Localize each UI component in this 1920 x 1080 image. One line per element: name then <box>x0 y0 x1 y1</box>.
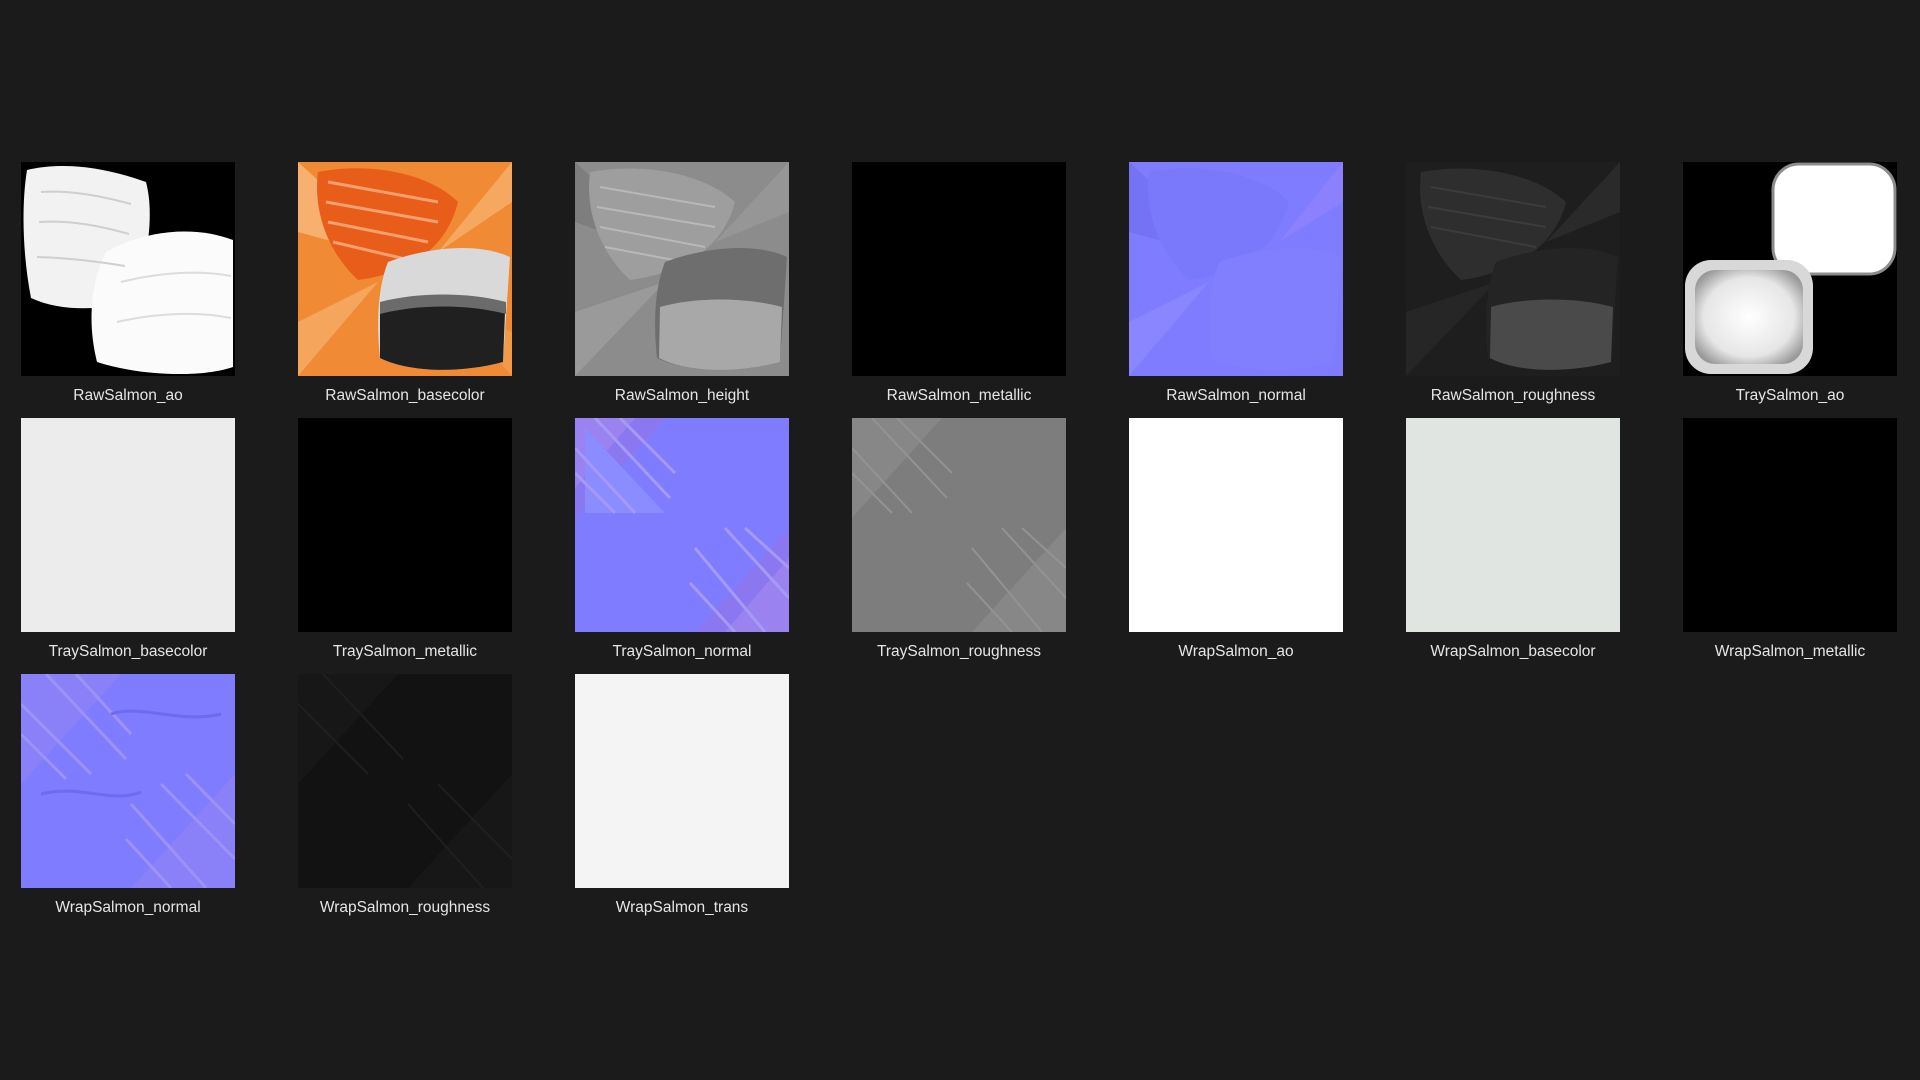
file-name-label: RawSalmon_ao <box>73 387 183 404</box>
file-name-label: RawSalmon_height <box>614 387 750 404</box>
file-tile-wrapsalmon-trans[interactable]: WrapSalmon_trans <box>562 674 802 930</box>
file-name-label: TraySalmon_ao <box>1735 387 1845 404</box>
file-name-label: RawSalmon_normal <box>1166 387 1306 404</box>
file-name-label: TraySalmon_normal <box>612 643 752 660</box>
normal-map-thumbnail <box>575 418 789 632</box>
transmission-map-thumbnail <box>575 674 789 888</box>
file-tile-wrapsalmon-ao[interactable]: WrapSalmon_ao <box>1116 418 1356 674</box>
metallic-map-thumbnail <box>298 418 512 632</box>
file-tile-rawsalmon-height[interactable]: RawSalmon_height <box>562 162 802 418</box>
file-name-label: TraySalmon_basecolor <box>48 643 208 660</box>
file-tile-rawsalmon-roughness[interactable]: RawSalmon_roughness <box>1393 162 1633 418</box>
basecolor-map-thumbnail <box>1406 418 1620 632</box>
file-tile-wrapsalmon-normal[interactable]: WrapSalmon_normal <box>8 674 248 930</box>
ao-map-thumbnail <box>21 162 235 376</box>
file-name-label: RawSalmon_basecolor <box>325 387 485 404</box>
file-tile-rawsalmon-metallic[interactable]: RawSalmon_metallic <box>839 162 1079 418</box>
file-name-label: TraySalmon_metallic <box>332 643 478 660</box>
height-map-thumbnail <box>575 162 789 376</box>
file-tile-wrapsalmon-roughness[interactable]: WrapSalmon_roughness <box>285 674 525 930</box>
file-tile-traysalmon-basecolor[interactable]: TraySalmon_basecolor <box>8 418 248 674</box>
file-name-label: WrapSalmon_trans <box>615 899 749 916</box>
metallic-map-thumbnail <box>1683 418 1897 632</box>
file-tile-traysalmon-normal[interactable]: TraySalmon_normal <box>562 418 802 674</box>
basecolor-map-thumbnail <box>21 418 235 632</box>
ao-map-thumbnail <box>1129 418 1343 632</box>
file-name-label: RawSalmon_metallic <box>886 387 1032 404</box>
ao-map-thumbnail <box>1683 162 1897 376</box>
file-name-label: TraySalmon_roughness <box>877 643 1041 660</box>
roughness-map-thumbnail <box>1406 162 1620 376</box>
roughness-map-thumbnail <box>852 418 1066 632</box>
metallic-map-thumbnail <box>852 162 1066 376</box>
file-tile-wrapsalmon-metallic[interactable]: WrapSalmon_metallic <box>1670 418 1910 674</box>
file-tile-traysalmon-roughness[interactable]: TraySalmon_roughness <box>839 418 1079 674</box>
file-name-label: WrapSalmon_roughness <box>319 899 491 916</box>
file-tile-rawsalmon-ao[interactable]: RawSalmon_ao <box>8 162 248 418</box>
file-name-label: WrapSalmon_ao <box>1178 643 1294 660</box>
file-name-label: RawSalmon_roughness <box>1430 387 1596 404</box>
file-tile-rawsalmon-basecolor[interactable]: RawSalmon_basecolor <box>285 162 525 418</box>
file-tile-rawsalmon-normal[interactable]: RawSalmon_normal <box>1116 162 1356 418</box>
basecolor-map-thumbnail <box>298 162 512 376</box>
normal-map-thumbnail <box>21 674 235 888</box>
file-tile-wrapsalmon-basecolor[interactable]: WrapSalmon_basecolor <box>1393 418 1633 674</box>
file-name-label: WrapSalmon_metallic <box>1714 643 1866 660</box>
roughness-map-thumbnail <box>298 674 512 888</box>
file-name-label: WrapSalmon_basecolor <box>1430 643 1596 660</box>
normal-map-thumbnail <box>1129 162 1343 376</box>
file-tile-traysalmon-ao[interactable]: TraySalmon_ao <box>1670 162 1910 418</box>
file-name-label: WrapSalmon_normal <box>55 899 201 916</box>
file-thumbnail-grid: RawSalmon_ao RawSalmon_basecolor RawSalm… <box>0 0 1920 1080</box>
file-tile-traysalmon-metallic[interactable]: TraySalmon_metallic <box>285 418 525 674</box>
